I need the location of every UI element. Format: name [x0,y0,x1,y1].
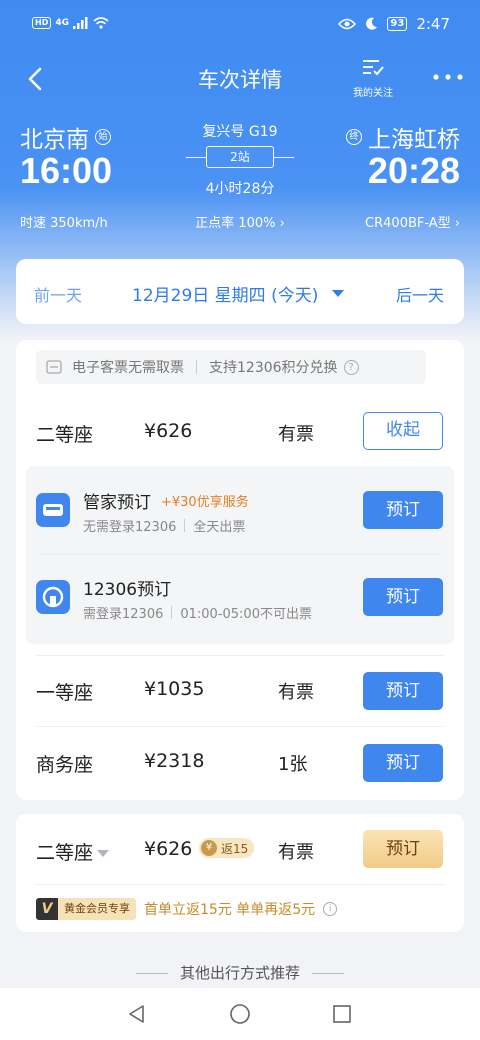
nav-home-icon[interactable] [229,1003,251,1025]
official-title-text: 12306预订 [83,580,172,600]
official-booking-title: 12306预订 [83,575,171,600]
book-button[interactable]: 预订 [363,744,443,782]
nav-back-icon[interactable] [127,1004,147,1024]
moon-icon [366,17,378,30]
wifi-icon [93,17,109,29]
seat-availability: 有票 [278,424,314,445]
official-booking-option: 12306预订 需登录12306 01:00-05:00不可出票 预订 [26,555,454,643]
gold-member-label: 黄金会员专享 [58,898,136,920]
notice-divider [196,360,197,374]
eye-icon [338,18,357,30]
butler-booking-title: 管家预订 +¥30优享服务 [83,488,249,513]
previous-day-button[interactable]: 前一天 [34,282,82,306]
date-selector: 前一天 12月29日 星期四 (今天) 后一天 [16,259,464,324]
ticket-icon [46,360,62,374]
book-button-12306[interactable]: 预订 [363,578,443,616]
sub-divider [171,606,173,619]
vip-offer-card: 二等座 ¥626 ¥ 返15 有票 预订 V 黄金会员专享 首单立返15元 单单… [16,814,464,932]
points-note: 支持12306积分兑换 [209,360,338,376]
network-label: 4G [55,18,69,28]
stops-button[interactable]: 2站 [186,146,294,168]
vip-book-button[interactable]: 预订 [363,830,443,868]
collapse-button[interactable]: 收起 [363,412,443,450]
vip-price: ¥626 [144,838,193,860]
my-follow-button[interactable]: 我的关注 [345,58,401,100]
vip-v-icon: V [36,898,58,920]
clock: 2:47 [416,15,450,33]
signal-icon [73,17,88,29]
vip-seat-name: 二等座 [36,842,94,864]
seat-class-name: 一等座 [36,682,94,704]
follow-list-icon [363,60,384,76]
train-ticket-icon [43,504,63,516]
ticket-notice: 电子客票无需取票 支持12306积分兑换 ? [36,350,426,384]
vip-availability: 有票 [278,842,314,863]
login-required-note: 需登录12306 [83,607,164,622]
seat-price: ¥1035 [144,678,205,700]
row-divider [36,655,444,656]
section-line-right [312,973,344,974]
seat-row-second-class: 二等座 ¥626 有票 收起 [16,402,464,462]
cashback-text: 返15 [221,841,249,856]
book-button-butler[interactable]: 预订 [363,491,443,529]
more-dots-icon [433,74,463,80]
seat-price: ¥626 [144,420,193,442]
system-navigation-bar [0,988,480,1040]
stops-count: 2站 [206,146,274,168]
other-travel-title: 其他出行方式推荐 [179,964,300,982]
butler-booking-icon [36,493,70,527]
gold-member-tag: V 黄金会员专享 [36,898,136,920]
help-icon[interactable]: ? [343,359,359,375]
current-date-picker[interactable]: 12月29日 星期四 (今天) [132,281,345,306]
booking-options-panel: 管家预订 +¥30优享服务 无需登录12306 全天出票 预订 12306预订 … [26,466,454,644]
book-button[interactable]: 预订 [363,672,443,710]
vip-seat-selector[interactable]: 二等座 [36,838,110,865]
back-button[interactable] [22,62,52,96]
no-issue-time-note: 01:00-05:00不可出票 [180,607,312,622]
seat-row-first-class: 一等座 ¥1035 有票 预订 [16,660,464,720]
next-day-button[interactable]: 后一天 [396,282,444,306]
login-note: 无需登录12306 [83,520,177,535]
travel-duration: 4小时28分 [205,181,275,197]
seat-class-name: 商务座 [36,754,94,776]
yen-coin-icon: ¥ [201,840,217,856]
status-bar: HD 4G 93 2:47 [0,0,480,52]
more-menu-button[interactable] [430,62,466,92]
seat-price: ¥2318 [144,750,205,772]
seat-class-name: 二等座 [36,424,94,446]
dropdown-triangle-icon [97,850,110,857]
railway-12306-icon [36,580,70,614]
vip-benefit-line: V 黄金会员专享 首单立返15元 单单再返5元 i [36,898,338,920]
dropdown-caret-icon [332,290,345,297]
battery-indicator: 93 [387,17,408,31]
butler-booking-option: 管家预订 +¥30优享服务 无需登录12306 全天出票 预订 [26,466,454,554]
cashback-badge: ¥ 返15 [199,838,255,858]
issue-time-note: 全天出票 [193,520,246,535]
promo-text: +¥30优享服务 [161,495,249,510]
vip-benefit-text: 首单立返15元 单单再返5元 [144,902,316,918]
vip-divider [36,884,444,885]
current-date-label: 12月29日 星期四 (今天) [132,286,319,306]
seat-row-business-class: 商务座 ¥2318 1张 预订 [16,732,464,792]
butler-title-text: 管家预订 [83,493,151,513]
info-icon[interactable]: i [323,902,338,916]
nav-recents-icon[interactable] [332,1004,352,1024]
railway-logo-icon [42,586,64,608]
train-model-link[interactable]: CR400BF-A型 › [365,212,460,231]
back-arrow-icon [28,67,42,91]
seat-list-card: 电子客票无需取票 支持12306积分兑换 ? 二等座 ¥626 有票 收起 管家… [16,340,464,800]
official-booking-subtitle: 需登录12306 01:00-05:00不可出票 [83,603,312,622]
sub-divider [184,519,186,532]
butler-booking-subtitle: 无需登录12306 全天出票 [83,516,245,535]
row-divider [36,726,444,727]
seat-availability: 有票 [278,682,314,703]
my-follow-label: 我的关注 [353,88,393,99]
seat-availability: 1张 [278,754,308,775]
train-number: 复兴号 G19 [202,124,278,140]
hd-badge: HD [32,17,52,29]
e-ticket-note: 电子客票无需取票 [72,360,184,376]
